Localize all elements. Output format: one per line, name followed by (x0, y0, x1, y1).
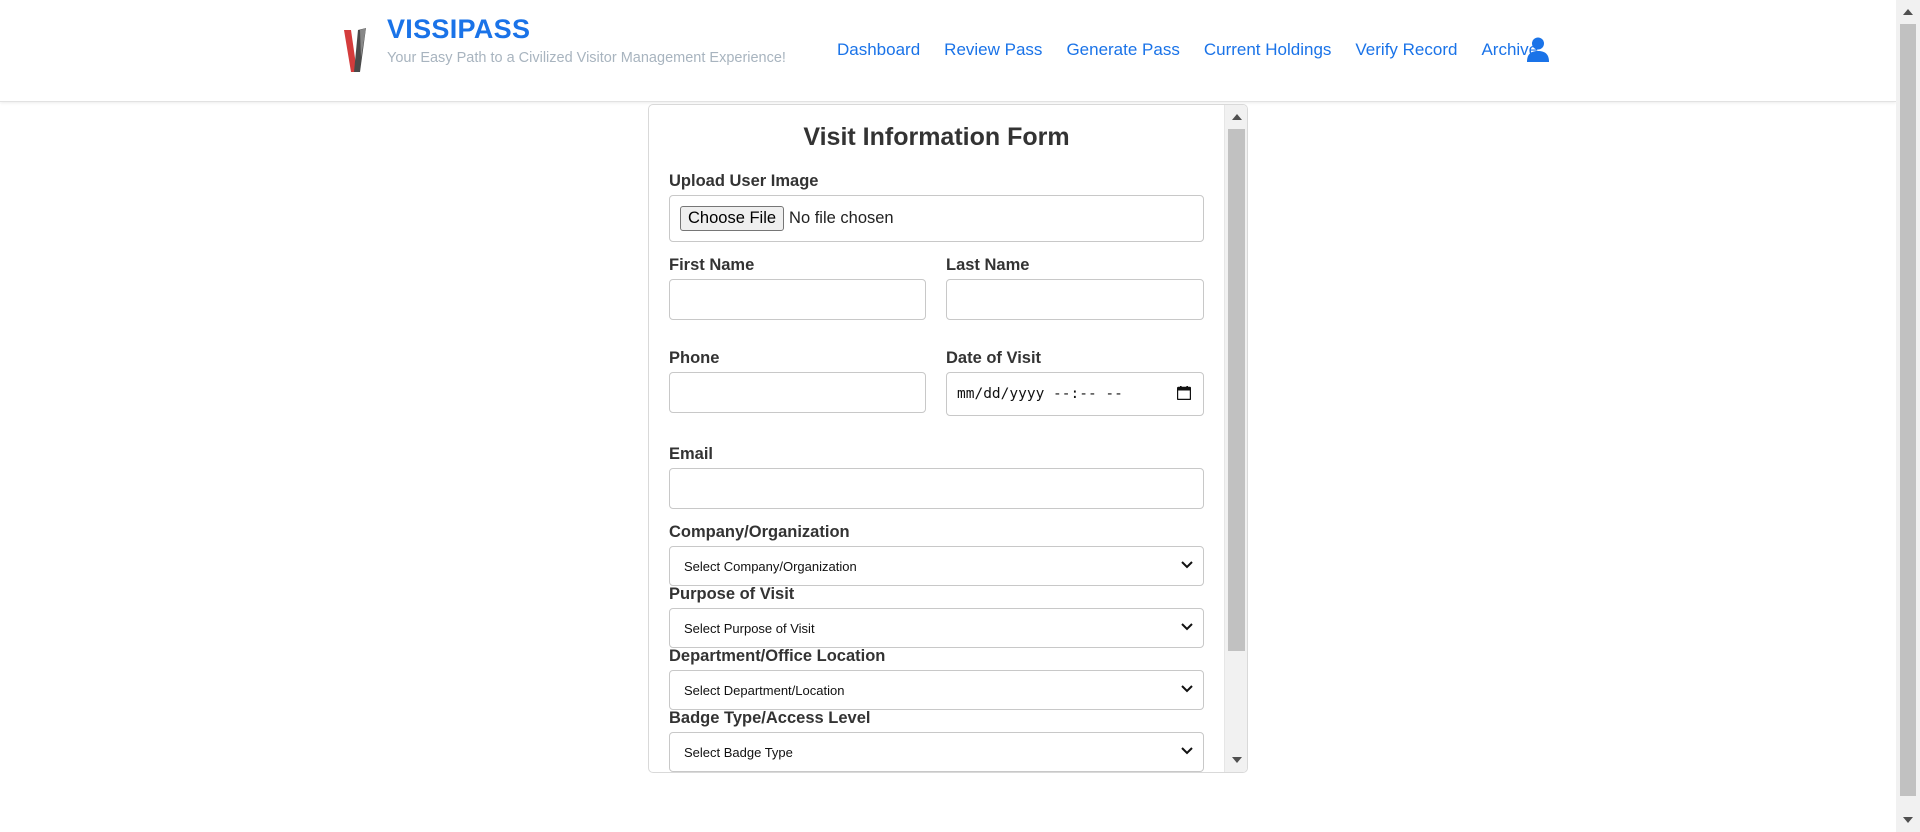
purpose-selected-value: Select Purpose of Visit (684, 620, 815, 636)
main-nav: Dashboard Review Pass Generate Pass Curr… (837, 40, 1538, 60)
top-header: VISSIPASS Your Easy Path to a Civilized … (0, 0, 1896, 102)
badge-select[interactable]: Select Badge Type (669, 732, 1204, 772)
email-input[interactable] (669, 468, 1204, 509)
visit-form-card: Visit Information Form Upload User Image… (648, 104, 1248, 773)
calendar-icon[interactable] (1177, 386, 1191, 400)
first-name-label: First Name (669, 256, 755, 274)
department-select[interactable]: Select Department/Location (669, 670, 1204, 710)
company-selected-value: Select Company/Organization (684, 558, 857, 574)
nav-dashboard[interactable]: Dashboard (837, 40, 920, 60)
upload-label: Upload User Image (669, 172, 819, 190)
date-of-visit-input[interactable]: mm/dd/yyyy --:-- -- (946, 372, 1204, 416)
nav-review-pass[interactable]: Review Pass (944, 40, 1042, 60)
nav-current-holdings[interactable]: Current Holdings (1204, 40, 1332, 60)
page-scrollbar-thumb[interactable] (1900, 24, 1916, 796)
scroll-up-arrow-icon[interactable] (1232, 114, 1242, 120)
chevron-down-icon (1181, 685, 1193, 693)
brand-title[interactable]: VISSIPASS (387, 14, 530, 45)
form-scrollbar[interactable] (1224, 105, 1247, 772)
phone-input[interactable] (669, 372, 926, 413)
vissipass-logo (344, 28, 366, 72)
page-scroll-up-arrow-icon[interactable] (1903, 9, 1913, 15)
phone-label: Phone (669, 349, 720, 367)
purpose-select[interactable]: Select Purpose of Visit (669, 608, 1204, 648)
file-status: No file chosen (789, 209, 894, 227)
page-scrollbar[interactable] (1896, 0, 1920, 832)
date-of-visit-label: Date of Visit (946, 349, 1042, 367)
last-name-label: Last Name (946, 256, 1030, 274)
email-label: Email (669, 445, 714, 463)
page-scroll-down-arrow-icon[interactable] (1903, 817, 1913, 823)
upload-field[interactable]: Choose File No file chosen (669, 195, 1204, 242)
purpose-label: Purpose of Visit (669, 585, 795, 603)
nav-verify-record[interactable]: Verify Record (1355, 40, 1457, 60)
brand-tagline: Your Easy Path to a Civilized Visitor Ma… (387, 50, 786, 66)
badge-label: Badge Type/Access Level (669, 709, 871, 727)
department-label: Department/Office Location (669, 647, 886, 665)
visit-form: Visit Information Form Upload User Image… (649, 105, 1224, 772)
last-name-input[interactable] (946, 279, 1204, 320)
user-icon[interactable] (1527, 37, 1549, 62)
chevron-down-icon (1181, 561, 1193, 569)
chevron-down-icon (1181, 623, 1193, 631)
form-scrollbar-thumb[interactable] (1228, 129, 1245, 651)
badge-selected-value: Select Badge Type (684, 744, 793, 760)
date-placeholder: mm/dd/yyyy --:-- -- (957, 386, 1123, 402)
form-title: Visit Information Form (803, 123, 1070, 151)
company-label: Company/Organization (669, 523, 850, 541)
choose-file-button[interactable]: Choose File (680, 206, 785, 231)
chevron-down-icon (1181, 747, 1193, 755)
first-name-input[interactable] (669, 279, 926, 320)
nav-generate-pass[interactable]: Generate Pass (1066, 40, 1179, 60)
scroll-down-arrow-icon[interactable] (1232, 757, 1242, 763)
department-selected-value: Select Department/Location (684, 682, 845, 698)
company-select[interactable]: Select Company/Organization (669, 546, 1204, 586)
